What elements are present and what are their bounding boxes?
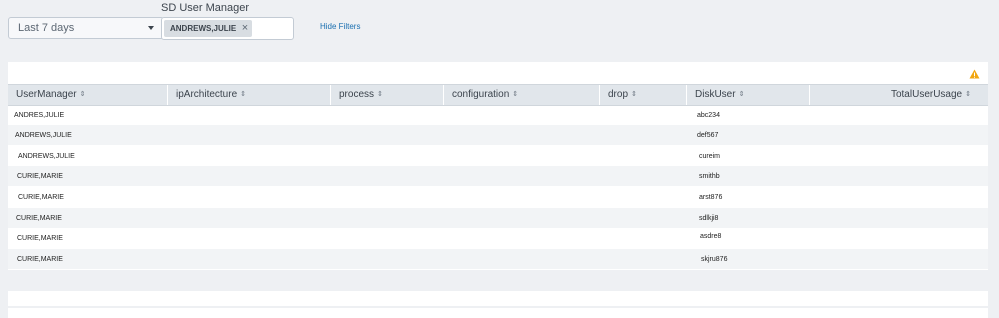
token-label: ANDREWS,JULIE — [170, 24, 237, 33]
disk-user-cell: skjru876 — [701, 256, 728, 263]
table-header: UserManager ⇕ ipArchitecture ⇕ process ⇕ co… — [8, 84, 988, 106]
table-row[interactable]: ANDREWS,JULIE def567 — [8, 125, 988, 145]
sort-icon: ⇕ — [512, 91, 519, 98]
user-manager-cell: CURIE,MARIE — [18, 194, 64, 201]
sort-icon: ⇕ — [240, 91, 247, 98]
panel-footer — [8, 308, 988, 318]
user-manager-cell: CURIE,MARIE — [17, 256, 63, 263]
disk-user-cell: arst876 — [699, 194, 723, 201]
column-header-iparchitecture[interactable]: ipArchitecture ⇕ — [168, 85, 331, 105]
disk-user-cell: def567 — [697, 132, 719, 139]
time-range-picker[interactable]: Last 7 days — [8, 17, 164, 39]
time-range-value: Last 7 days — [18, 22, 75, 34]
table-row[interactable]: CURIE,MARIE smithb — [8, 166, 988, 186]
table-row[interactable]: CURIE,MARIE sdlkji8 — [8, 208, 988, 228]
sort-icon: ⇕ — [738, 91, 745, 98]
sort-icon: ⇕ — [631, 91, 637, 98]
table-row[interactable]: ANDRES,JULIE abc234 — [8, 105, 988, 125]
user-manager-cell: CURIE,MARIE — [17, 235, 63, 242]
column-header-process[interactable]: process ⇕ — [331, 85, 444, 105]
user-manager-multiselect[interactable]: ANDREWS,JULIE × — [161, 17, 294, 40]
user-manager-cell: CURIE,MARIE — [17, 173, 63, 180]
disk-user-cell: cureim — [699, 153, 721, 160]
panel-footer — [8, 291, 988, 306]
table-row[interactable]: CURIE,MARIE skjru876 — [8, 249, 988, 269]
user-manager-filter-label: SD User Manager — [161, 2, 250, 14]
caret-down-icon — [148, 26, 154, 30]
column-header-diskuser[interactable]: DiskUser ⇕ — [687, 85, 810, 105]
user-manager-cell: ANDREWS,JULIE — [15, 132, 72, 139]
sort-icon: ⇕ — [79, 91, 86, 98]
close-icon[interactable]: × — [242, 20, 248, 37]
user-manager-cell: ANDREWS,JULIE — [18, 153, 75, 160]
user-manager-cell: ANDRES,JULIE — [14, 112, 65, 119]
warning-icon[interactable] — [969, 69, 980, 79]
sort-icon: ⇕ — [965, 91, 971, 98]
column-header-configuration[interactable]: configuration ⇕ — [444, 85, 600, 105]
sort-icon: ⇕ — [377, 91, 383, 98]
table-row[interactable]: ANDREWS,JULIE cureim — [8, 146, 988, 166]
selected-token[interactable]: ANDREWS,JULIE × — [164, 20, 253, 37]
disk-user-cell: sdlkji8 — [699, 215, 719, 222]
disk-user-cell: smithb — [699, 173, 720, 180]
results-panel: UserManager ⇕ ipArchitecture ⇕ process ⇕ co… — [8, 62, 988, 270]
column-header-totaluserusage[interactable]: TotalUserUsage ⇕ — [810, 85, 988, 105]
disk-user-cell: asdre8 — [700, 233, 722, 240]
disk-user-cell: abc234 — [697, 112, 720, 119]
column-header-usermanager[interactable]: UserManager ⇕ — [8, 85, 168, 105]
hide-filters-link[interactable]: Hide Filters — [320, 22, 360, 31]
table-row[interactable]: CURIE,MARIE arst876 — [8, 187, 988, 207]
user-manager-cell: CURIE,MARIE — [16, 215, 62, 222]
filter-bar: Last 7 days SD User Manager ANDREWS,JULI… — [0, 0, 999, 60]
table-row[interactable]: CURIE,MARIE asdre8 — [8, 228, 988, 248]
column-header-drop[interactable]: drop ⇕ — [600, 85, 687, 105]
